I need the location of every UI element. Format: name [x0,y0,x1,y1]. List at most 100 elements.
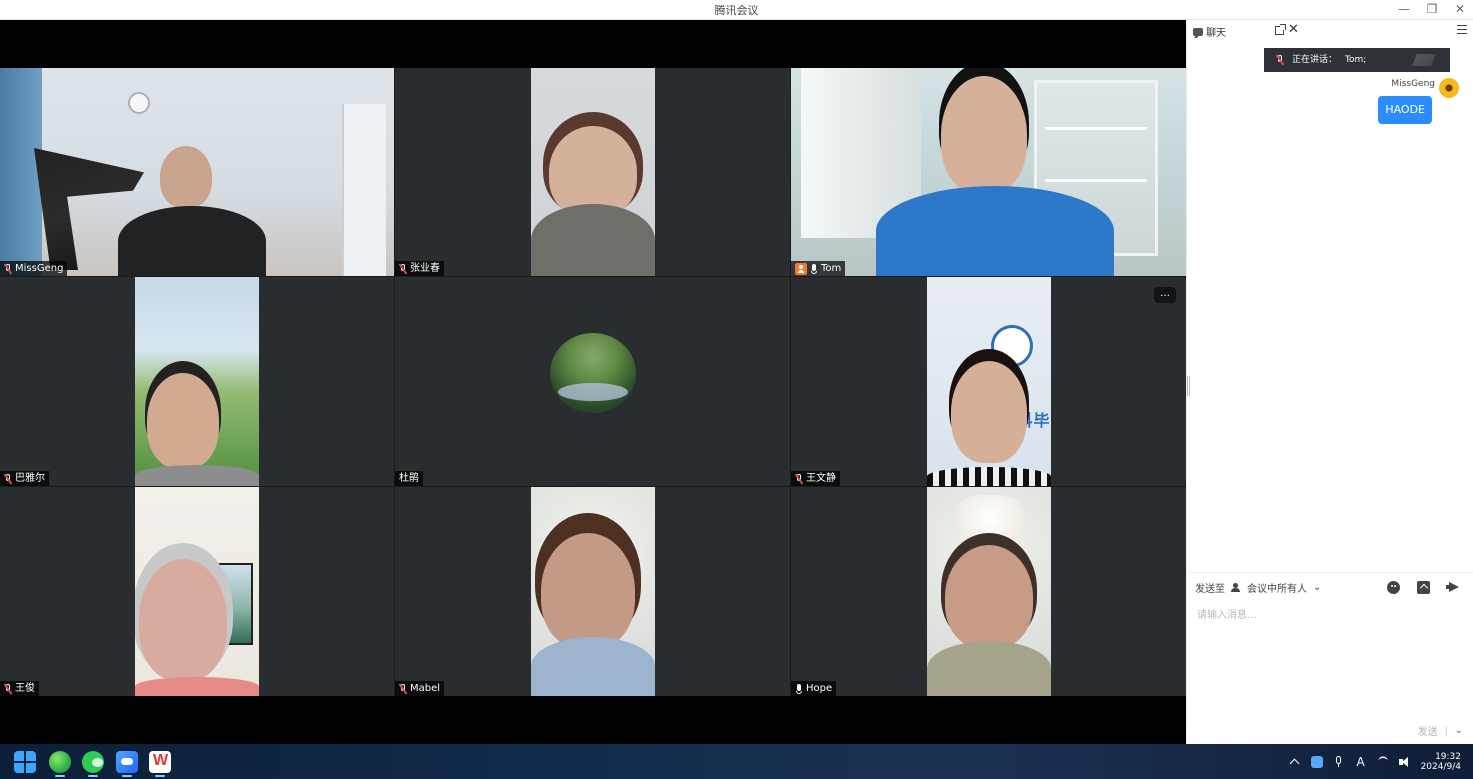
muted-microphone-icon [4,473,12,484]
participant-name: 巴雅尔 [15,473,45,484]
system-tray: A 19:32 2024/9/4 [1289,751,1461,773]
name-tag: 杜鹃 [395,471,423,486]
emoji-icon[interactable] [1387,581,1400,594]
participant-tile-dujuan[interactable]: 杜鹃 [395,277,790,486]
chat-message-input[interactable] [1195,604,1465,718]
send-area: 发送 ⌄ [1418,723,1463,738]
participant-tile-zhangyechun[interactable]: 张业春 [395,68,790,276]
participant-body [876,186,1114,276]
participant-tile-tom[interactable]: Tom [791,68,1186,276]
participant-tile-bayaer[interactable]: 巴雅尔 [0,277,394,486]
participant-body [135,465,259,486]
muted-microphone-icon [399,683,407,694]
more-options-button[interactable]: … [1154,287,1176,303]
video-feed [135,487,259,696]
chevron-down-icon: ⌄ [1313,582,1322,593]
title-bar: 腾讯会议 — ❐ ✕ [0,0,1473,20]
participant-name: Hope [806,683,833,694]
ceiling-lamp [954,495,1025,541]
window-controls: — ❐ ✕ [1397,1,1467,17]
wifi-icon[interactable] [1377,756,1388,767]
send-to-selector[interactable]: 发送至 会议中所有人 ⌄ [1195,580,1321,595]
taskbar-indicator [55,775,65,777]
participant-name: Tom [821,263,842,274]
close-button[interactable]: ✕ [1453,1,1467,17]
participant-tile-mabel[interactable]: Mabel [395,487,790,696]
input-method-icon[interactable]: A [1355,756,1367,768]
participant-head [139,559,227,681]
video-feed [530,68,655,276]
participant-body [530,637,655,696]
participant-name: 杜鹃 [399,473,419,484]
window-title: 腾讯会议 [714,4,759,17]
participant-head [147,373,219,469]
video-area: MissGeng 张业春 Tom 巴雅尔 杜鹃 … 王文静 王俊 Mabel H… [0,20,1186,744]
taskbar-indicator [122,775,132,777]
wps-icon[interactable] [149,751,171,773]
close-chat-button[interactable]: ✕ [1288,23,1299,36]
green-app-icon[interactable] [49,751,71,773]
banner-decoration [1412,54,1436,66]
participant-name: 张业春 [410,263,440,274]
door [342,104,386,276]
splitter-handle[interactable] [1187,376,1190,396]
microphone-icon [795,683,803,694]
participant-tile-wangwenjing[interactable]: 专业本科毕 … 王文静 [791,277,1186,486]
participant-head [160,146,212,208]
send-button[interactable]: 发送 [1418,723,1438,738]
wall-left [0,68,42,276]
muted-microphone-icon [399,263,407,274]
volume-icon[interactable] [1398,756,1411,768]
sender-avatar [1439,78,1459,98]
microphone-icon [810,263,818,274]
name-tag: 王俊 [0,681,39,696]
muted-microphone-icon [4,683,12,694]
restore-button[interactable]: ❐ [1425,1,1439,17]
participant-body [118,206,266,276]
participant-body [530,204,655,276]
name-tag: 张业春 [395,261,444,276]
meeting-app-icon[interactable] [116,751,138,773]
chevron-up-icon[interactable] [1289,756,1301,768]
pop-out-icon[interactable] [1275,24,1286,35]
participant-name: 王文静 [806,473,836,484]
meeting-app: 腾讯会议 — ❐ ✕ MissGeng 张业春 Tom 巴雅尔 杜鹃 … 王文静… [0,0,1473,779]
participant-name: MissGeng [15,263,64,274]
video-feed [791,68,1186,276]
video-feed [530,487,655,696]
participant-body [926,641,1051,696]
start-icon[interactable] [14,751,36,773]
recipient-label: 会议中所有人 [1247,584,1307,595]
chat-panel: 聊天 ✕ 正在讲话： Tom; MissGeng HAODE 发送至 会议中所有… [1186,20,1473,744]
microphone-icon[interactable] [1333,756,1345,768]
speaking-label: 正在讲话： [1292,55,1338,65]
participant-name: Mabel [410,683,441,694]
wechat-icon[interactable] [82,751,104,773]
file-upload-icon[interactable] [1417,581,1430,594]
participant-tile-wangjun[interactable]: 王俊 [0,487,394,696]
send-to-label: 发送至 [1195,584,1225,595]
send-options-icon[interactable]: ⌄ [1455,725,1463,736]
menu-icon[interactable] [1457,24,1467,34]
shield-icon[interactable] [1310,756,1323,768]
participant-head [540,533,635,649]
clock[interactable]: 19:32 2024/9/4 [1421,752,1461,772]
chat-composer-toolbar: 发送至 会议中所有人 ⌄ [1187,572,1473,599]
participant-head [941,76,1027,194]
speaking-banner: 正在讲话： Tom; [1264,48,1450,72]
taskbar-indicator [88,775,98,777]
chat-title-text: 聊天 [1206,28,1226,39]
name-tag: MissGeng [0,261,68,276]
participant-tile-hope[interactable]: Hope [791,487,1186,696]
speaking-name: Tom; [1345,55,1367,65]
participant-tile-missgeng[interactable]: MissGeng [0,68,394,276]
announcement-icon[interactable] [1446,582,1460,593]
minimize-button[interactable]: — [1397,1,1411,17]
participant-body [135,677,259,696]
message-sender: MissGeng [1391,79,1435,89]
chat-header: 聊天 ✕ [1187,20,1473,42]
video-feed: 专业本科毕 [926,277,1051,486]
name-tag: 王文静 [791,471,840,486]
date: 2024/9/4 [1420,762,1461,772]
send-divider [1445,725,1447,736]
